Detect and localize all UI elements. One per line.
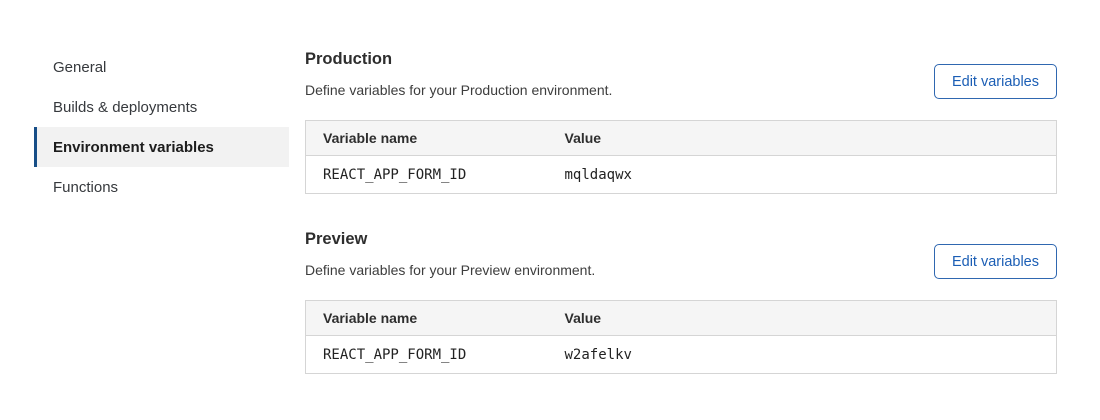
- preview-variables-table: Variable name Value REACT_APP_FORM_ID w2…: [305, 300, 1057, 374]
- production-section: Production Define variables for your Pro…: [305, 50, 1057, 194]
- section-description-preview: Define variables for your Preview enviro…: [305, 262, 595, 279]
- sidebar-item-label: Builds & deployments: [53, 99, 197, 116]
- sidebar-item-general[interactable]: General: [34, 47, 289, 87]
- settings-content: Production Define variables for your Pro…: [305, 0, 1057, 374]
- edit-variables-button-production[interactable]: Edit variables: [934, 64, 1057, 99]
- environment-variables-page: General Builds & deployments Environment…: [0, 0, 1100, 374]
- sidebar-item-builds-deployments[interactable]: Builds & deployments: [34, 87, 289, 127]
- edit-variables-button-preview[interactable]: Edit variables: [934, 244, 1057, 279]
- table-row: REACT_APP_FORM_ID mqldaqwx: [306, 156, 1057, 194]
- production-section-header: Production Define variables for your Pro…: [305, 50, 1057, 99]
- settings-sidebar: General Builds & deployments Environment…: [34, 47, 289, 374]
- production-header-text: Production Define variables for your Pro…: [305, 50, 612, 99]
- preview-section: Preview Define variables for your Previe…: [305, 230, 1057, 374]
- preview-section-header: Preview Define variables for your Previe…: [305, 230, 1057, 279]
- variable-value-cell: w2afelkv: [548, 336, 1057, 374]
- table-header-row: Variable name Value: [306, 121, 1057, 156]
- sidebar-item-environment-variables[interactable]: Environment variables: [34, 127, 289, 167]
- sidebar-item-label: General: [53, 59, 106, 76]
- production-variables-table: Variable name Value REACT_APP_FORM_ID mq…: [305, 120, 1057, 194]
- sidebar-item-label: Environment variables: [53, 139, 214, 156]
- table-header-row: Variable name Value: [306, 301, 1057, 336]
- column-header-variable-name: Variable name: [306, 121, 548, 156]
- section-title-production: Production: [305, 50, 612, 69]
- variable-name-cell: REACT_APP_FORM_ID: [306, 156, 548, 194]
- column-header-variable-name: Variable name: [306, 301, 548, 336]
- column-header-value: Value: [548, 301, 1057, 336]
- table-row: REACT_APP_FORM_ID w2afelkv: [306, 336, 1057, 374]
- variable-name-cell: REACT_APP_FORM_ID: [306, 336, 548, 374]
- preview-header-text: Preview Define variables for your Previe…: [305, 230, 595, 279]
- column-header-value: Value: [548, 121, 1057, 156]
- sidebar-item-label: Functions: [53, 179, 118, 196]
- variable-value-cell: mqldaqwx: [548, 156, 1057, 194]
- section-title-preview: Preview: [305, 230, 595, 249]
- sidebar-item-functions[interactable]: Functions: [34, 167, 289, 207]
- section-description-production: Define variables for your Production env…: [305, 82, 612, 99]
